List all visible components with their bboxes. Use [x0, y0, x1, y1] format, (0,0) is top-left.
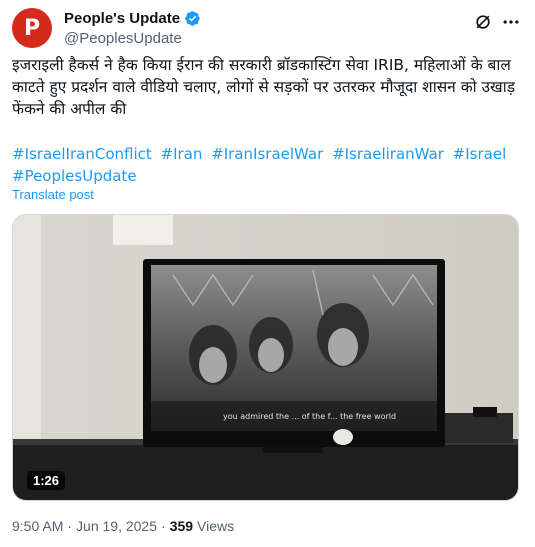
post-header: P People's Update @PeoplesUpdate	[12, 8, 523, 48]
post-metadata: 9:50 AM · Jun 19, 2025 · 359 Views	[12, 518, 234, 534]
grok-icon[interactable]	[473, 12, 493, 32]
video-duration-badge: 1:26	[27, 471, 66, 490]
translate-post-link[interactable]: Translate post	[12, 187, 94, 202]
avatar-letter: P	[23, 15, 41, 41]
hashtag-link[interactable]: #PeoplesUpdate	[12, 167, 137, 185]
views-label: Views	[197, 518, 235, 534]
hashtag-link[interactable]: #IsraelIranConflict	[12, 145, 152, 163]
views-count: 359	[169, 518, 194, 534]
post-time[interactable]: 9:50 AM	[12, 518, 63, 534]
more-options-icon[interactable]	[501, 12, 521, 32]
post-text: इजराइली हैकर्स ने हैक किया ईरान की सरकार…	[12, 56, 516, 118]
post-date[interactable]: Jun 19, 2025	[76, 518, 157, 534]
video-subtitle: you admired the ... of the f... the free…	[223, 412, 396, 421]
hashtag-list: #IsraelIranConflict #Iran #IranIsraelWar…	[12, 143, 522, 187]
avatar[interactable]: P	[12, 8, 52, 48]
author-display-name[interactable]: People's Update	[64, 10, 180, 27]
video-player[interactable]: you admired the ... of the f... the free…	[12, 214, 519, 501]
verified-badge-icon	[185, 11, 200, 26]
hashtag-link[interactable]: #IsraeliranWar	[332, 145, 444, 163]
hashtag-link[interactable]: #IranIsraelWar	[211, 145, 323, 163]
hashtag-link[interactable]: #Israel	[453, 145, 507, 163]
author-info: People's Update @PeoplesUpdate	[64, 10, 201, 47]
meta-separator: ·	[67, 518, 73, 534]
meta-separator: ·	[161, 518, 166, 534]
hashtag-link[interactable]: #Iran	[161, 145, 203, 163]
author-handle[interactable]: @PeoplesUpdate	[64, 30, 201, 47]
video-thumbnail: you admired the ... of the f... the free…	[13, 215, 518, 500]
